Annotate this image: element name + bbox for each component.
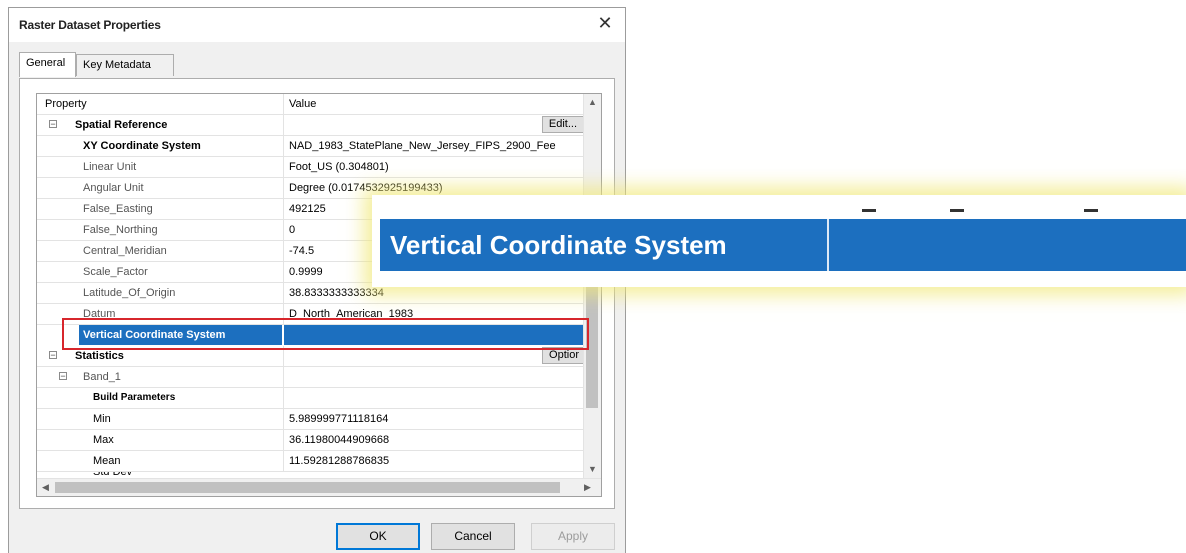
- property-name: Spatial Reference: [75, 119, 168, 131]
- grid-row[interactable]: Linear Unit Foot_US (0.304801): [37, 157, 586, 178]
- grid-row-band[interactable]: − Band_1: [37, 367, 586, 388]
- property-value: [283, 367, 586, 387]
- zoom-dash: [1084, 209, 1098, 212]
- grid-row[interactable]: Mean 11.59281288786835: [37, 451, 586, 472]
- zoom-callout: Vertical Coordinate System: [372, 195, 1186, 287]
- ok-button[interactable]: OK: [336, 523, 420, 550]
- general-tab-panel: Property Value − Spatial Reference Edit.…: [19, 78, 615, 509]
- title-bar: Raster Dataset Properties ✕: [9, 8, 625, 42]
- property-value: 11.59281288786835: [283, 451, 586, 471]
- grid-header: Property Value: [37, 94, 586, 115]
- tab-key-metadata[interactable]: Key Metadata: [76, 54, 174, 76]
- close-icon[interactable]: ✕: [595, 13, 615, 34]
- property-value: Foot_US (0.304801): [283, 157, 586, 177]
- horizontal-scrollbar[interactable]: ◀ ▶: [37, 478, 601, 496]
- zoom-dash: [950, 209, 964, 212]
- grid-row[interactable]: XY Coordinate System NAD_1983_StatePlane…: [37, 136, 586, 157]
- dialog-title: Raster Dataset Properties: [19, 18, 161, 32]
- highlight-box: [62, 318, 589, 350]
- property-value: [283, 115, 586, 135]
- property-value: 36.11980044909668: [283, 430, 586, 450]
- property-value: [283, 388, 586, 408]
- horizontal-scroll-thumb[interactable]: [55, 482, 560, 493]
- scroll-up-icon[interactable]: ▲: [588, 97, 597, 107]
- grid-row[interactable]: Min 5.989999771118164: [37, 409, 586, 430]
- property-value: 5.989999771118164: [283, 409, 586, 429]
- zoom-selected-row: Vertical Coordinate System: [380, 219, 1186, 271]
- property-column-header: Property: [45, 98, 87, 110]
- grid-row[interactable]: Build Parameters: [37, 388, 586, 409]
- zoom-label: Vertical Coordinate System: [390, 230, 727, 260]
- value-column-header: Value: [283, 94, 586, 114]
- tab-general[interactable]: General: [19, 52, 76, 77]
- scroll-right-icon[interactable]: ▶: [584, 482, 591, 493]
- scroll-left-icon[interactable]: ◀: [42, 482, 49, 493]
- apply-button: Apply: [531, 523, 615, 550]
- scroll-down-icon[interactable]: ▼: [588, 464, 597, 474]
- edit-button[interactable]: Edit...: [541, 116, 584, 133]
- vertical-scrollbar[interactable]: ▲ ▼: [583, 94, 601, 480]
- property-value: NAD_1983_StatePlane_New_Jersey_FIPS_2900…: [283, 136, 586, 156]
- property-grid: Property Value − Spatial Reference Edit.…: [36, 93, 602, 497]
- zoom-column-divider: [827, 219, 829, 271]
- cancel-button[interactable]: Cancel: [431, 523, 515, 550]
- grid-row[interactable]: Max 36.11980044909668: [37, 430, 586, 451]
- grid-row-spatial-reference[interactable]: − Spatial Reference Edit...: [37, 115, 586, 136]
- zoom-dash: [862, 209, 876, 212]
